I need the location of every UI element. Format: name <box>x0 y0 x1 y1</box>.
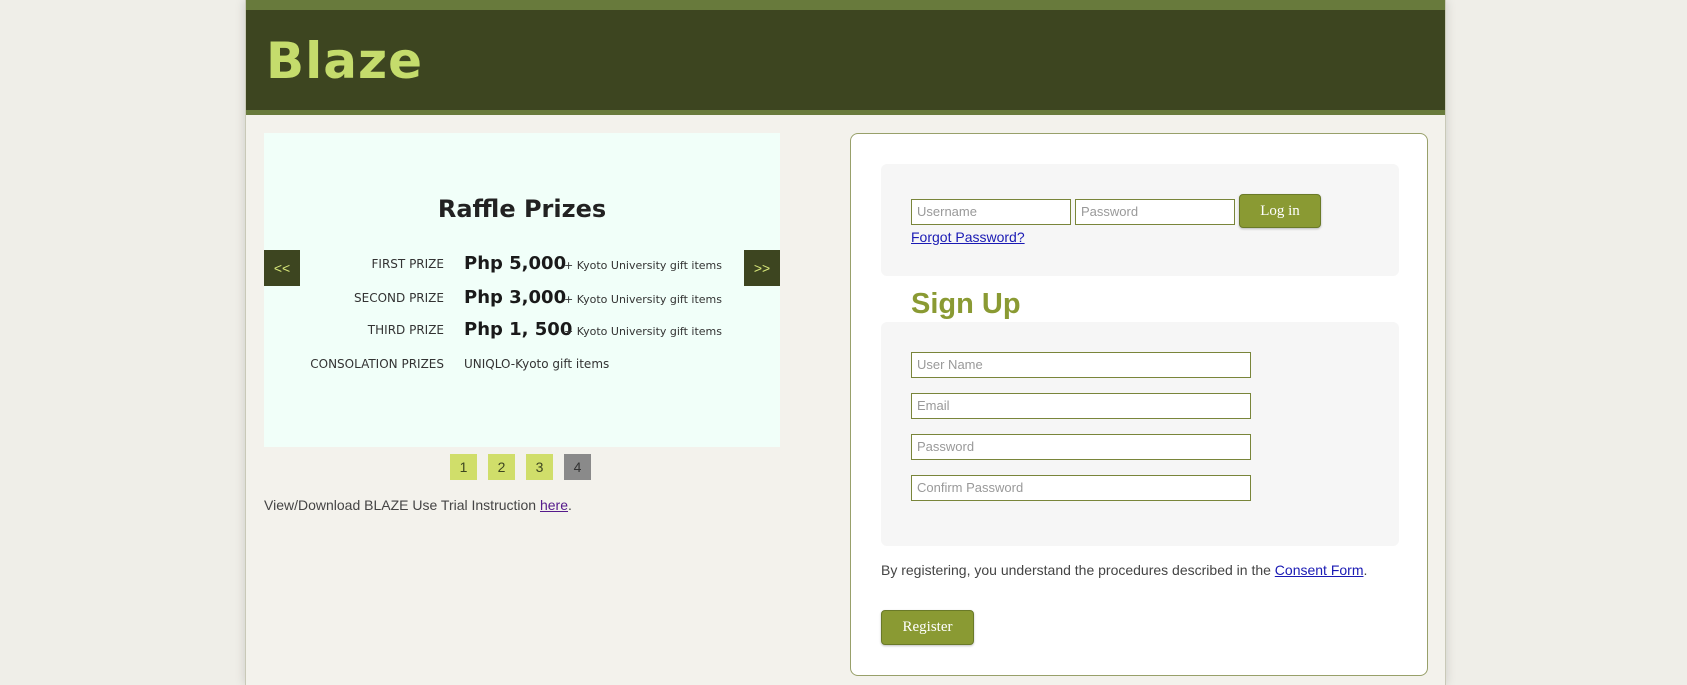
pager-button-1[interactable]: 1 <box>450 454 477 480</box>
login-box: Username Password Log in Forgot Password… <box>881 164 1399 276</box>
signup-title: Sign Up <box>911 288 1021 320</box>
prize-label: THIRD PRIZE <box>367 323 444 337</box>
slide-next-button[interactable]: >> <box>744 250 780 286</box>
prize-row-first: FIRST PRIZE Php 5,000 + Kyoto University… <box>264 253 780 277</box>
prize-label: CONSOLATION PRIZES <box>310 357 444 371</box>
pager-button-4[interactable]: 4 <box>564 454 591 480</box>
prize-extra: + Kyoto University gift items <box>564 293 723 306</box>
account-panel: Username Password Log in Forgot Password… <box>850 133 1428 676</box>
trial-instruction: View/Download BLAZE Use Trial Instructio… <box>264 497 572 513</box>
prize-label: SECOND PRIZE <box>354 291 444 305</box>
login-username-input[interactable]: Username <box>911 199 1071 225</box>
signup-username-input[interactable]: User Name <box>911 352 1251 378</box>
consent-text: By registering, you understand the proce… <box>881 562 1275 578</box>
login-password-input[interactable]: Password <box>1075 199 1235 225</box>
signup-box: User Name Email Password Confirm Passwor… <box>881 322 1399 546</box>
trial-download-link[interactable]: here <box>540 497 568 513</box>
header-divider <box>246 110 1445 115</box>
prize-row-consolation: CONSOLATION PRIZES UNIQLO-Kyoto gift ite… <box>264 353 780 377</box>
login-button[interactable]: Log in <box>1239 194 1321 228</box>
logo[interactable]: Blaze <box>266 32 423 90</box>
consent-suffix: . <box>1363 562 1368 578</box>
header: Blaze <box>246 10 1445 110</box>
pager-button-2[interactable]: 2 <box>488 454 515 480</box>
trial-text: View/Download BLAZE Use Trial Instructio… <box>264 497 540 513</box>
trial-suffix: . <box>568 497 572 513</box>
consent-form-link[interactable]: Consent Form <box>1275 562 1364 578</box>
prize-extra: + Kyoto University gift items <box>564 259 723 272</box>
pager-button-3[interactable]: 3 <box>526 454 553 480</box>
prize-extra: + Kyoto University gift items <box>564 325 723 338</box>
signup-confirm-password-input[interactable]: Confirm Password <box>911 475 1251 501</box>
signup-email-input[interactable]: Email <box>911 393 1251 419</box>
slide-pager: 1234 <box>450 454 602 480</box>
consent-notice: By registering, you understand the proce… <box>881 562 1367 578</box>
slide-title: Raffle Prizes <box>437 195 607 223</box>
forgot-password-link[interactable]: Forgot Password? <box>911 229 1025 245</box>
page-container: Blaze Raffle Prizes FIRST PRIZE Php 5,00… <box>245 0 1446 685</box>
prize-amount: Php 5,000 <box>464 253 567 274</box>
slide-prev-button[interactable]: << <box>264 250 300 286</box>
top-strip <box>246 0 1445 10</box>
signup-password-input[interactable]: Password <box>911 434 1251 460</box>
prize-label: FIRST PRIZE <box>371 257 444 271</box>
prize-amount: Php 3,000 <box>464 287 567 308</box>
prize-row-third: THIRD PRIZE Php 1, 500 + Kyoto Universit… <box>264 319 780 343</box>
register-button[interactable]: Register <box>881 610 974 645</box>
raffle-slide: Raffle Prizes FIRST PRIZE Php 5,000 + Ky… <box>264 133 780 447</box>
prize-row-second: SECOND PRIZE Php 3,000 + Kyoto Universit… <box>264 287 780 311</box>
prize-extra: UNIQLO-Kyoto gift items <box>464 357 610 371</box>
prize-amount: Php 1, 500 <box>464 319 573 340</box>
